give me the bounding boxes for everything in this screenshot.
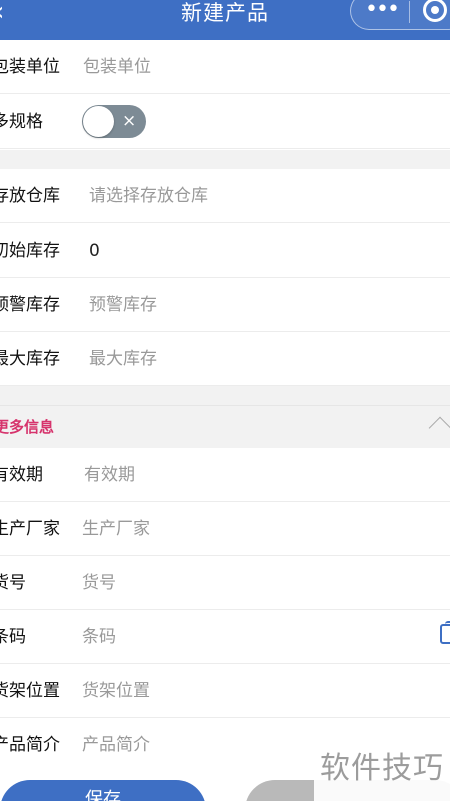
capsule-divider xyxy=(409,1,410,23)
more-info-header[interactable]: 更多信息 xyxy=(0,405,450,448)
section-gap xyxy=(0,386,450,405)
barcode-input[interactable]: 条码 xyxy=(82,610,116,664)
close-mini-program-icon[interactable] xyxy=(423,0,447,22)
manufacturer-input[interactable]: 生产厂家 xyxy=(82,502,150,556)
form-row-warning-stock[interactable]: 预警库存 预警库存 xyxy=(0,278,450,332)
multi-spec-toggle[interactable]: × xyxy=(82,105,146,138)
item-number-input[interactable]: 货号 xyxy=(82,556,116,610)
warehouse-label: 存放仓库 xyxy=(0,186,60,206)
toggle-knob xyxy=(83,106,114,137)
form-row-max-stock[interactable]: 最大库存 最大库存 xyxy=(0,332,450,386)
form-row-manufacturer[interactable]: 生产厂家 生产厂家 xyxy=(0,502,450,556)
more-info-title: 更多信息 xyxy=(0,418,55,436)
multi-spec-label: 多规格 xyxy=(0,112,43,132)
form-row-package-unit[interactable]: 包装单位 包装单位 xyxy=(0,40,450,94)
more-menu-icon[interactable]: ••• xyxy=(365,0,400,22)
max-stock-input[interactable]: 最大库存 xyxy=(89,332,157,386)
max-stock-label: 最大库存 xyxy=(0,349,60,369)
form-row-shelf-location[interactable]: 货架位置 货架位置 xyxy=(0,664,450,718)
shelf-location-label: 货架位置 xyxy=(0,681,60,701)
form-row-warehouse[interactable]: 存放仓库 请选择存放仓库 xyxy=(0,169,450,223)
warehouse-select[interactable]: 请选择存放仓库 xyxy=(89,169,208,223)
form-row-expiry[interactable]: 有效期 有效期 xyxy=(0,448,450,502)
package-unit-input[interactable]: 包装单位 xyxy=(83,40,151,94)
package-unit-label: 包装单位 xyxy=(0,57,60,77)
expiry-input[interactable]: 有效期 xyxy=(84,448,135,502)
initial-stock-input[interactable]: 0 xyxy=(89,224,100,278)
section-gap xyxy=(0,150,450,169)
form-row-initial-stock[interactable]: 初始库存 0 xyxy=(0,224,450,278)
form-row-multi-spec: 多规格 × xyxy=(0,95,450,149)
save-button[interactable]: 保存 xyxy=(0,780,206,801)
mini-program-capsule: ••• xyxy=(350,0,450,30)
item-number-label: 货号 xyxy=(0,573,26,593)
form-row-barcode[interactable]: 条码 条码 xyxy=(0,610,450,664)
watermark: 软件技巧 xyxy=(314,744,450,801)
warning-stock-label: 预警库存 xyxy=(0,295,60,315)
chevron-up-icon[interactable] xyxy=(428,416,450,440)
toggle-off-icon: × xyxy=(122,111,137,131)
description-label: 产品简介 xyxy=(0,735,60,755)
description-input[interactable]: 产品简介 xyxy=(82,718,150,772)
manufacturer-label: 生产厂家 xyxy=(0,519,60,539)
shelf-location-input[interactable]: 货架位置 xyxy=(82,664,150,718)
warning-stock-input[interactable]: 预警库存 xyxy=(89,278,157,332)
scan-copy-icon[interactable] xyxy=(440,621,450,644)
expiry-label: 有效期 xyxy=(0,465,43,485)
nav-bar: ‹ 新建产品 ••• xyxy=(0,0,450,40)
barcode-label: 条码 xyxy=(0,627,26,647)
form-row-item-number[interactable]: 货号 货号 xyxy=(0,556,450,610)
initial-stock-label: 初始库存 xyxy=(0,241,60,261)
